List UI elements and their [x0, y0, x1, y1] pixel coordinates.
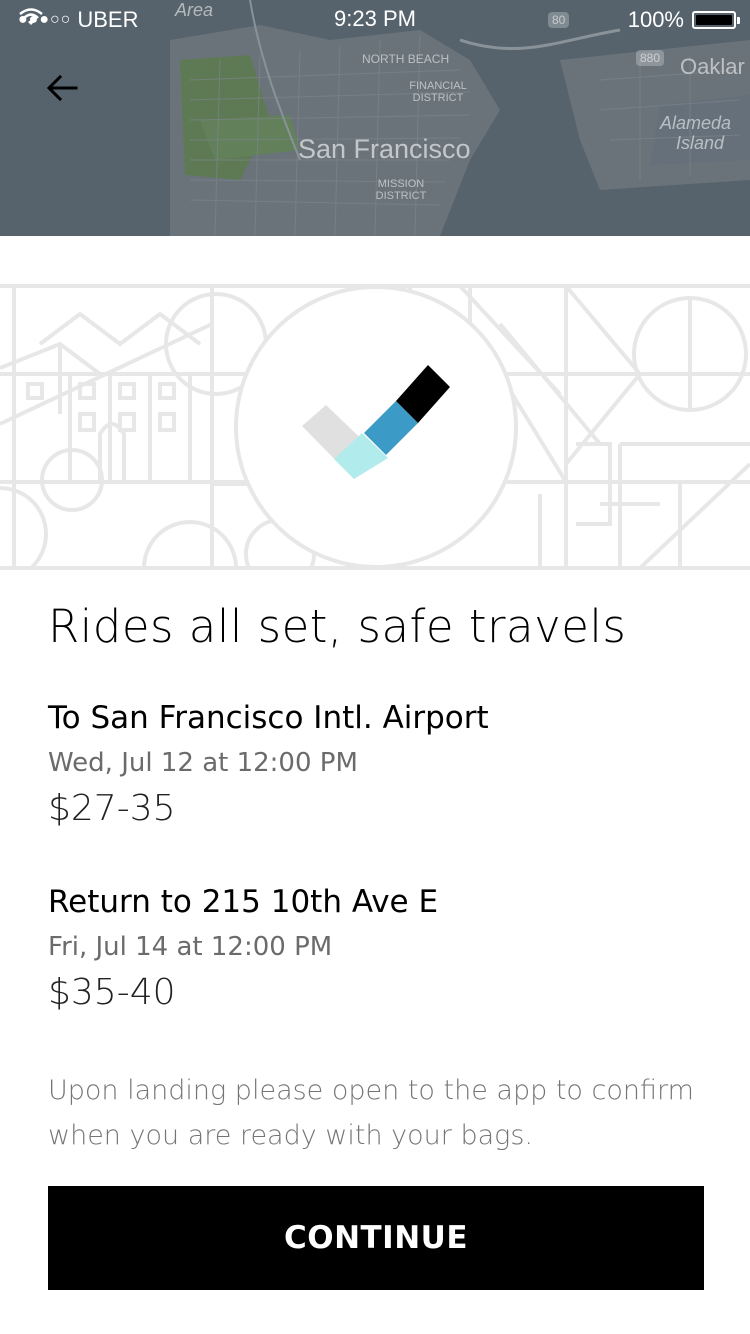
- battery-icon: [692, 11, 740, 29]
- battery-percentage: 100%: [627, 7, 684, 32]
- city-pattern-graphic: [0, 284, 750, 570]
- status-right: 100%: [627, 7, 740, 33]
- map-label-north-beach: NORTH BEACH: [362, 52, 450, 66]
- trip-card-outbound: To San Francisco Intl. Airport Wed, Jul …: [48, 700, 489, 829]
- continue-button[interactable]: CONTINUE: [48, 1186, 704, 1290]
- map-label-island: Island: [676, 133, 725, 153]
- map-label-mission-district: MISSION DISTRICT: [375, 178, 427, 202]
- highway-880-shield: 880: [636, 50, 665, 66]
- trip-price: $35-40: [48, 972, 176, 1013]
- page-title: Rides all set, safe travels: [48, 600, 627, 653]
- map-label-san-francisco: San Francisco: [298, 134, 471, 164]
- arrow-left-icon: [46, 74, 78, 102]
- status-bar: ●●●○○ UBER 9:23 PM 100%: [0, 0, 750, 40]
- trip-price: $27-35: [48, 788, 176, 829]
- confirmation-illustration: [0, 284, 750, 570]
- back-button[interactable]: [40, 66, 88, 110]
- trip-destination: Return to 215 10th Ave E: [48, 884, 439, 920]
- map-label-alameda: Alameda: [660, 113, 732, 133]
- map-label-financial-district: FINANCIAL DISTRICT: [409, 80, 467, 104]
- map-header: Area NORTH BEACH FINANCIAL DISTRICT San …: [0, 0, 750, 236]
- landing-instructions: Upon landing please open to the app to c…: [48, 1075, 694, 1151]
- trip-card-return: Return to 215 10th Ave E Fri, Jul 14 at …: [48, 884, 438, 1013]
- map-label-oakland: Oaklar: [680, 54, 745, 79]
- trip-date: Wed, Jul 12 at 12:00 PM: [48, 748, 358, 778]
- trip-destination: To San Francisco Intl. Airport: [48, 700, 489, 736]
- trip-date: Fri, Jul 14 at 12:00 PM: [48, 932, 333, 962]
